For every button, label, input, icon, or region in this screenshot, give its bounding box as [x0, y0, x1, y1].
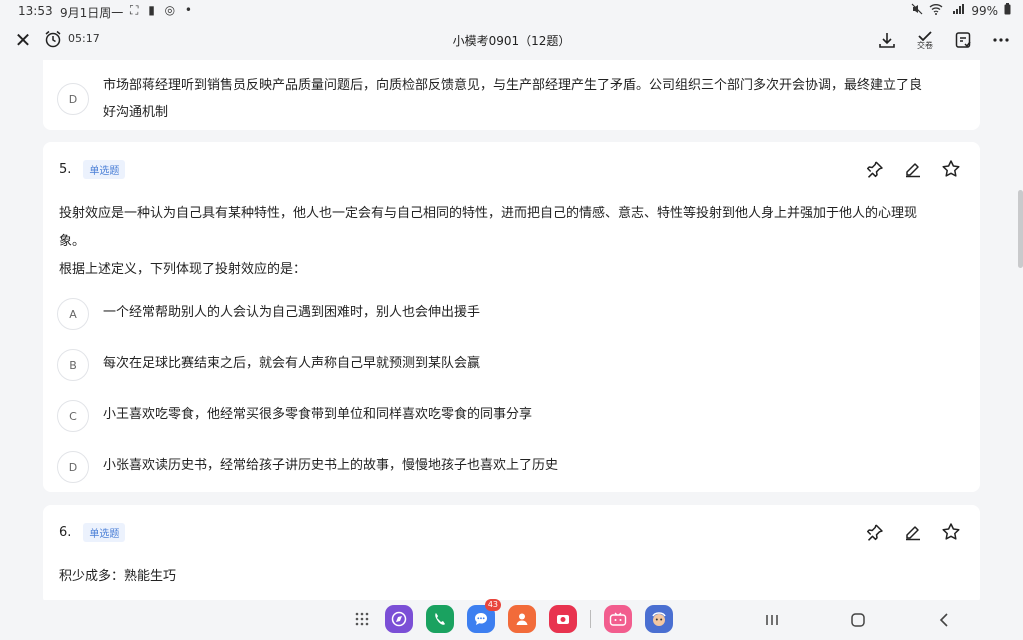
phone-app-icon[interactable] — [426, 605, 454, 633]
battery-icon — [1004, 3, 1011, 18]
option-text: 小张喜欢读历史书，经常给孩子讲历史书上的故事，慢慢地孩子也喜欢上了历史 — [103, 458, 559, 473]
status-bar: 13:53 9月1日周一 ⛶ ▮ ◎ • 99% — [0, 0, 1023, 24]
question-type-tag: 单选题 — [83, 523, 126, 542]
option-letter-badge: D — [57, 451, 89, 483]
status-right: 99% — [911, 3, 1011, 18]
question-number: 6. — [59, 525, 72, 540]
question-type-tag: 单选题 — [83, 160, 126, 179]
mute-icon — [911, 3, 923, 18]
battery-level: 99% — [971, 3, 998, 18]
system-nav-bar: 43 — [0, 599, 1023, 640]
bilibili-app-icon[interactable] — [604, 605, 632, 633]
option-letter-badge: A — [57, 298, 89, 330]
option-c[interactable]: C 小王喜欢吃零食，他经常买很多零食带到单位和同样喜欢吃零食的同事分享 — [57, 400, 966, 432]
status-notification-icons: ⛶ ▮ ◎ • — [130, 3, 195, 17]
top-bar-actions: 交卷 — [875, 28, 1013, 52]
download-button[interactable] — [875, 28, 899, 52]
option-letter-badge: D — [57, 83, 89, 115]
more-icon — [993, 38, 1009, 42]
status-date: 9月1日周一 — [60, 6, 124, 20]
status-time: 13:53 — [18, 4, 53, 18]
signal-icon — [949, 3, 965, 18]
option-d[interactable]: D 小张喜欢读历史书，经常给孩子讲历史书上的故事，慢慢地孩子也喜欢上了历史 — [57, 451, 966, 483]
option-text-line: 市场部蒋经理听到销售员反映产品质量问题后，向质检部反馈意见，与生产部经理产生了矛… — [103, 78, 923, 93]
pencil-icon — [906, 526, 920, 541]
answer-sheet-button[interactable] — [951, 28, 975, 52]
favorite-button[interactable] — [940, 158, 962, 180]
back-icon[interactable] — [932, 608, 956, 632]
option-text: 小王喜欢吃零食，他经常买很多零食带到单位和同样喜欢吃零食的同事分享 — [103, 407, 533, 422]
app-drawer-icon[interactable] — [352, 609, 372, 629]
question-stem: 投射效应是一种认为自己具有某种特性，他人也一定会有与自己相同的特性，进而把自己的… — [59, 200, 964, 284]
submit-button[interactable]: 交卷 — [913, 28, 937, 52]
previous-question-card: D 市场部蒋经理听到销售员反映产品质量问题后，向质检部反馈意见，与生产部经理产生… — [43, 60, 980, 130]
question-header: 5. 单选题 — [59, 160, 126, 179]
app-top-bar: ✕ 05:17 小模考0901（12题） 交卷 — [0, 24, 1023, 58]
question-prompt: 根据上述定义，下列体现了投射效应的是： — [59, 262, 307, 277]
browser-app-icon[interactable] — [385, 605, 413, 633]
question-card-5: 5. 单选题 投射效应是一种认为自己具有某种特性，他人也一定会有与自己相同的特性… — [43, 142, 980, 492]
star-icon — [942, 160, 960, 177]
option-a[interactable]: A 一个经常帮助别人的人会认为自己遇到困难时，别人也会伸出援手 — [57, 298, 966, 330]
page-title: 小模考0901（12题） — [452, 34, 571, 48]
home-icon[interactable] — [846, 608, 870, 632]
notification-badge: 43 — [484, 599, 501, 611]
option-text: 每次在足球比赛结束之后，就会有人声称自己早就预测到某队会赢 — [103, 356, 481, 371]
pencil-icon — [906, 163, 920, 178]
edit-note-button[interactable] — [902, 521, 924, 543]
question-stem: 积少成多：熟能生巧 — [59, 569, 177, 584]
prev-option-d[interactable]: D 市场部蒋经理听到销售员反映产品质量问题后，向质检部反馈意见，与生产部经理产生… — [57, 72, 966, 126]
contacts-app-icon[interactable] — [508, 605, 536, 633]
question-number: 5. — [59, 162, 72, 177]
pin-icon — [866, 524, 883, 541]
edit-note-button[interactable] — [902, 158, 924, 180]
option-b[interactable]: B 每次在足球比赛结束之后，就会有人声称自己早就预测到某队会赢 — [57, 349, 966, 381]
favorite-button[interactable] — [940, 521, 962, 543]
question-stem-line: 投射效应是一种认为自己具有某种特性，他人也一定会有与自己相同的特性，进而把自己的… — [59, 206, 918, 221]
option-text: 市场部蒋经理听到销售员反映产品质量问题后，向质检部反馈意见，与生产部经理产生了矛… — [103, 72, 922, 126]
app-dock: 43 — [352, 599, 673, 633]
answer-sheet-icon — [955, 32, 971, 48]
submit-label: 交卷 — [917, 41, 933, 50]
pin-button[interactable] — [864, 158, 886, 180]
question-actions — [864, 521, 962, 543]
game-app-icon[interactable] — [645, 605, 673, 633]
pin-icon — [866, 161, 883, 178]
more-options-button[interactable] — [989, 28, 1013, 52]
side-scroll-handle[interactable] — [1018, 190, 1023, 268]
camera-app-icon[interactable] — [549, 605, 577, 633]
star-icon — [942, 523, 960, 540]
messages-app-icon[interactable]: 43 — [467, 599, 501, 633]
question-card-6: 6. 单选题 积少成多：熟能生巧 — [43, 505, 980, 605]
recent-apps-icon[interactable] — [760, 608, 784, 632]
navigation-buttons — [760, 608, 956, 632]
option-text: 一个经常帮助别人的人会认为自己遇到困难时，别人也会伸出援手 — [103, 305, 481, 320]
question-stem-line: 象。 — [59, 234, 86, 249]
option-text-line: 好沟通机制 — [103, 105, 169, 120]
wifi-icon — [929, 3, 943, 18]
pin-button[interactable] — [864, 521, 886, 543]
option-letter-badge: B — [57, 349, 89, 381]
option-letter-badge: C — [57, 400, 89, 432]
download-icon — [879, 33, 895, 48]
question-actions — [864, 158, 962, 180]
question-header: 6. 单选题 — [59, 523, 126, 542]
dock-divider — [590, 610, 591, 628]
